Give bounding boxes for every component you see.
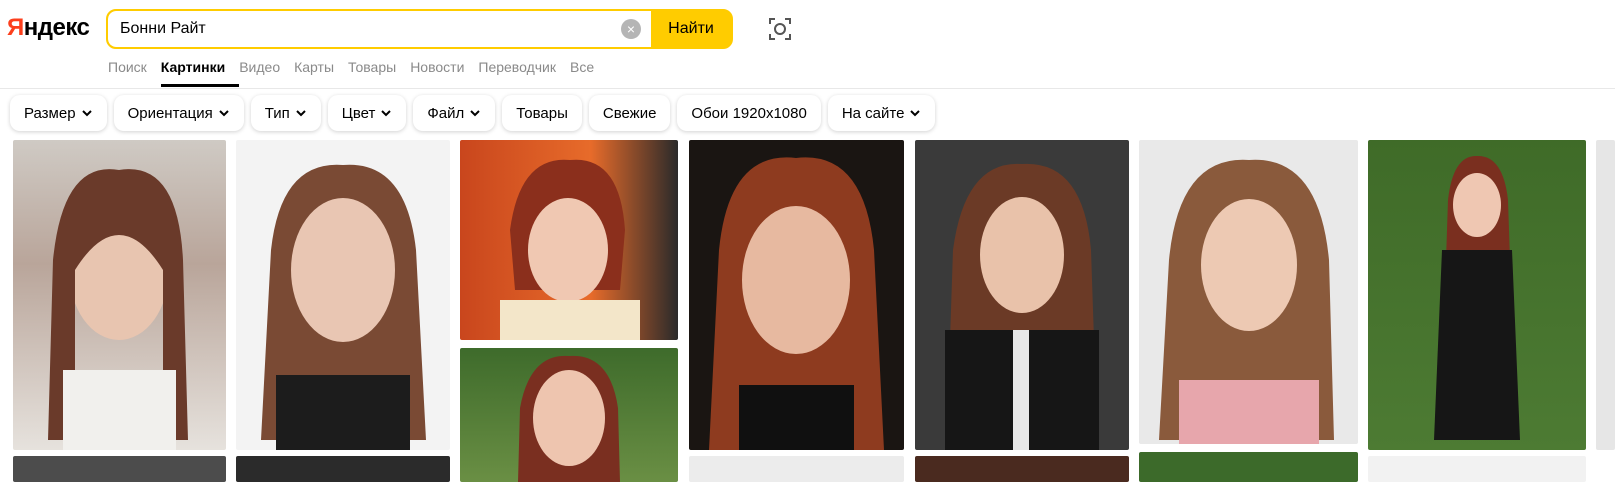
image-result[interactable] [460,140,678,340]
image-results-grid [0,140,1615,482]
image-result[interactable] [236,140,450,450]
service-tabs: Поиск Картинки Видео Карты Товары Новости Пере… [108,57,608,87]
filter-chip[interactable]: Товары [502,95,582,131]
image-result[interactable] [689,456,904,482]
image-search-icon[interactable] [766,15,794,43]
filter-chip-label: Цвет [341,104,376,122]
tab-item[interactable]: Товары [348,57,403,85]
logo-first-letter: Я [7,14,24,41]
image-result[interactable] [1139,452,1358,482]
filter-chip-label: Ориентация [127,104,213,122]
filter-chip-label: Свежие [602,104,657,122]
image-result[interactable] [689,140,904,450]
image-result[interactable] [1139,140,1358,444]
tab-item[interactable]: Видео [239,57,287,85]
filter-bar: Размер Ориентация Тип Цвет Файл Товары Свежие О… [10,95,936,131]
filter-chip-label: На сайте [841,104,905,122]
filter-chip[interactable]: На сайте [827,95,936,131]
filter-chip[interactable]: Ориентация [113,95,244,131]
image-result[interactable] [13,140,226,450]
filter-chip-label: Размер [24,104,76,122]
image-result[interactable] [460,348,678,482]
tab-item[interactable]: Переводчик [478,57,563,85]
chevron-down-icon [910,110,921,117]
header: Яндекс × Найти ПоискКартинкиВидеоКартыТо… [0,0,1615,89]
filter-chip[interactable]: Обои 1920x1080 [677,95,821,131]
search-box: × Найти [106,9,733,49]
filter-chip-label: Тип [264,104,290,122]
image-result[interactable] [1368,140,1586,450]
image-result[interactable] [915,140,1129,450]
image-result[interactable] [1368,456,1586,482]
filter-chip[interactable]: Размер [10,95,107,131]
tab-item[interactable]: Карты [294,57,341,85]
filter-chip[interactable]: Цвет [327,95,407,131]
filter-chip-label: Файл [427,104,465,122]
image-result[interactable] [236,456,450,482]
search-button[interactable]: Найти [651,11,731,47]
logo-rest: ндекс [23,14,90,41]
clear-icon[interactable]: × [621,19,641,39]
filter-chip-label: Обои 1920x1080 [691,104,807,122]
filter-chip[interactable]: Тип [250,95,321,131]
yandex-logo[interactable]: Яндекс [7,13,90,43]
tab-item[interactable]: Картинки [160,57,240,87]
chevron-down-icon [219,110,229,117]
chevron-down-icon [470,110,480,117]
chevron-down-icon [81,110,92,117]
tab-item[interactable]: Поиск [108,57,154,85]
chevron-down-icon [296,110,306,117]
tab-item[interactable]: Все [570,57,601,85]
image-result[interactable] [1596,140,1615,450]
filter-chip[interactable]: Файл [413,95,496,131]
filter-chip[interactable]: Свежие [588,95,671,131]
image-result[interactable] [13,456,226,482]
search-input[interactable] [108,11,651,47]
image-result[interactable] [915,456,1129,482]
chevron-down-icon [381,110,392,117]
filter-chip-label: Товары [516,104,568,122]
tab-item[interactable]: Новости [410,57,471,85]
